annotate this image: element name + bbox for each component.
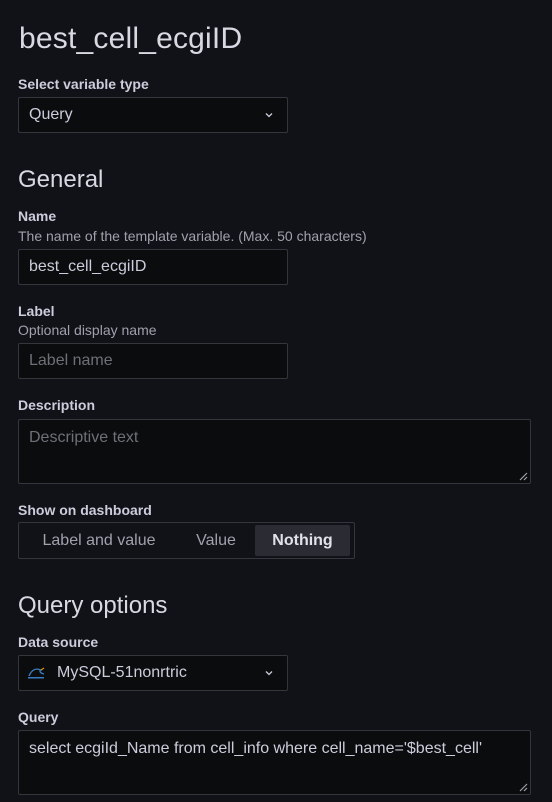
general-section-title: General <box>18 166 104 193</box>
variable-type-select[interactable]: Query <box>18 97 288 133</box>
chevron-down-icon <box>265 113 273 118</box>
label-field-description: Optional display name <box>18 322 157 338</box>
variable-type-value: Query <box>29 106 73 123</box>
name-input-value: best_cell_ecgiID <box>29 258 147 275</box>
label-input[interactable]: Label name <box>18 343 288 379</box>
show-on-dashboard-radio-group: Label and value Value Nothing <box>18 522 355 559</box>
name-input[interactable]: best_cell_ecgiID <box>18 249 288 285</box>
data-source-select[interactable]: MySQL-51nonrtric <box>18 655 288 691</box>
query-field-label: Query <box>18 709 59 725</box>
description-textarea-placeholder: Descriptive text <box>29 429 139 446</box>
query-textarea-value: select ecgiId_Name from cell_info where … <box>29 740 483 757</box>
mysql-logo-icon <box>28 667 45 679</box>
resize-grip-icon[interactable] <box>518 471 528 481</box>
variable-type-label: Select variable type <box>18 76 149 92</box>
option-nothing[interactable]: Nothing <box>255 525 350 556</box>
description-field-label: Description <box>18 397 96 413</box>
chevron-down-icon <box>265 671 273 676</box>
query-textarea[interactable]: select ecgiId_Name from cell_info where … <box>18 730 531 795</box>
data-source-value: MySQL-51nonrtric <box>57 664 187 681</box>
option-value[interactable]: Value <box>177 525 255 556</box>
page-title: best_cell_ecgiID <box>19 22 243 55</box>
label-field-label: Label <box>18 303 55 319</box>
data-source-label: Data source <box>18 634 99 650</box>
query-options-section-title: Query options <box>18 592 168 619</box>
label-input-placeholder: Label name <box>29 352 113 369</box>
show-on-dashboard-label: Show on dashboard <box>18 502 152 518</box>
description-textarea[interactable]: Descriptive text <box>18 419 531 484</box>
resize-grip-icon[interactable] <box>518 782 528 792</box>
name-field-label: Name <box>18 208 57 224</box>
name-field-description: The name of the template variable. (Max.… <box>18 228 367 244</box>
variable-editor: best_cell_ecgiID Select variable type Qu… <box>0 0 552 802</box>
option-label-and-value[interactable]: Label and value <box>21 525 177 556</box>
